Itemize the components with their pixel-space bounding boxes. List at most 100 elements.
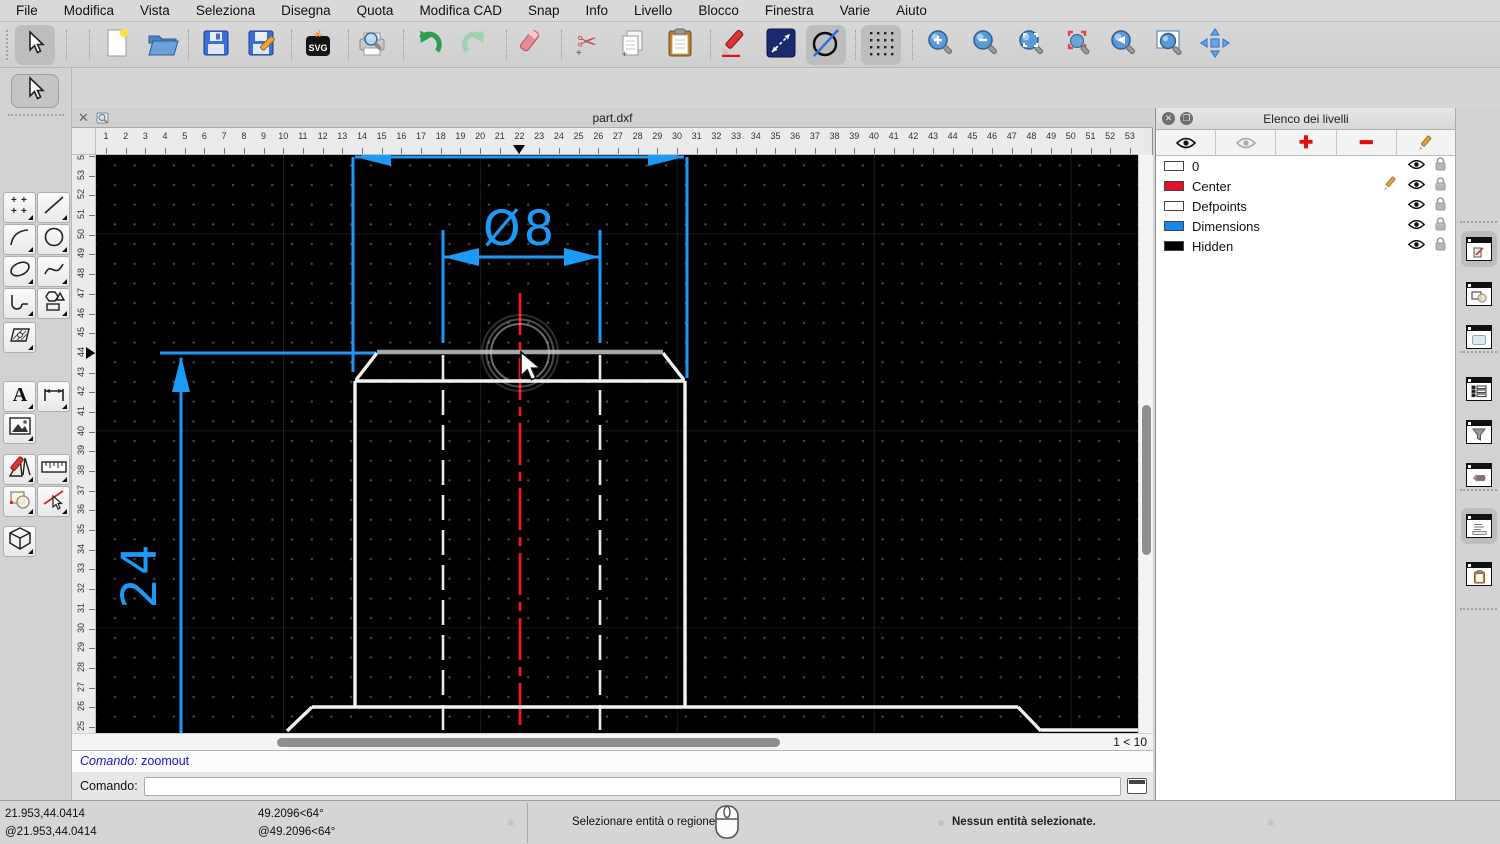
- copy-button[interactable]: +: [613, 25, 653, 65]
- menu-item-finestra[interactable]: Finestra: [765, 3, 814, 18]
- drawing-canvas[interactable]: Ø824: [96, 155, 1138, 733]
- palette-line-tool[interactable]: [37, 192, 70, 223]
- delete-button[interactable]: [511, 25, 551, 65]
- palette-edittools-tool[interactable]: [3, 454, 36, 485]
- toolbar-drag-handle[interactable]: [6, 30, 10, 60]
- layer-row-hidden[interactable]: Hidden: [1156, 236, 1456, 256]
- layer-visibility-eye-icon[interactable]: [1408, 197, 1425, 215]
- horizontal-scrollbar-thumb[interactable]: [277, 738, 780, 747]
- menu-item-vista[interactable]: Vista: [140, 3, 170, 18]
- layer-row-center[interactable]: Center: [1156, 176, 1456, 196]
- vertical-scrollbar-thumb[interactable]: [1142, 405, 1151, 555]
- grid-toggle-button[interactable]: [861, 25, 901, 65]
- menu-item-aiuto[interactable]: Aiuto: [896, 3, 927, 18]
- layer-lock-icon[interactable]: [1435, 157, 1446, 176]
- dimension-arrow[interactable]: [443, 248, 479, 266]
- dock-clipboard-window-button[interactable]: [1461, 556, 1497, 592]
- layer-color-swatch[interactable]: [1164, 221, 1184, 231]
- zoom-in-button[interactable]: [920, 25, 960, 65]
- zoom-out-button[interactable]: [965, 25, 1005, 65]
- distance-button[interactable]: [761, 25, 801, 65]
- layer-row-0[interactable]: 0: [1156, 156, 1456, 176]
- add-layer-button[interactable]: ✚: [1276, 130, 1336, 155]
- menu-item-seleziona[interactable]: Seleziona: [196, 3, 255, 18]
- palette-cube-tool[interactable]: [3, 526, 36, 557]
- palette-select-tool[interactable]: [11, 74, 59, 108]
- svg-export-button[interactable]: SVG: [298, 25, 338, 65]
- palette-text-tool[interactable]: A: [3, 381, 36, 412]
- solid-line-entity[interactable]: [356, 353, 377, 380]
- redo-button[interactable]: [455, 25, 495, 65]
- cut-button[interactable]: ✂+: [566, 25, 606, 65]
- palette-polyline-tool[interactable]: [3, 288, 36, 319]
- save-button[interactable]: [196, 25, 236, 65]
- palette-shapes-tool[interactable]: [37, 288, 70, 319]
- show-all-layers-button[interactable]: [1156, 130, 1216, 155]
- open-file-button[interactable]: [143, 25, 183, 65]
- layer-color-swatch[interactable]: [1164, 201, 1184, 211]
- palette-image-tool[interactable]: [3, 413, 36, 444]
- dock-filter-window-button[interactable]: [1461, 414, 1497, 450]
- layer-lock-icon[interactable]: [1435, 237, 1446, 256]
- layer-visibility-eye-icon[interactable]: [1408, 157, 1425, 175]
- solid-line-entity[interactable]: [287, 707, 312, 731]
- new-file-button[interactable]: [97, 25, 137, 65]
- pan-button[interactable]: [1195, 25, 1235, 65]
- dimension-arrow[interactable]: [648, 155, 684, 166]
- menu-item-blocco[interactable]: Blocco: [698, 3, 739, 18]
- dock-command-window-button[interactable]: [1461, 508, 1497, 544]
- layer-color-swatch[interactable]: [1164, 161, 1184, 171]
- palette-blocks-tool[interactable]: [3, 486, 36, 517]
- menu-item-file[interactable]: File: [16, 3, 38, 18]
- hide-all-layers-button[interactable]: [1216, 130, 1276, 155]
- zoom-selection-button[interactable]: [1057, 25, 1097, 65]
- palette-circle-tool[interactable]: [37, 224, 70, 255]
- layer-visibility-eye-icon[interactable]: [1408, 237, 1425, 255]
- menu-item-varie[interactable]: Varie: [840, 3, 871, 18]
- menu-item-info[interactable]: Info: [586, 3, 609, 18]
- palette-points-tool[interactable]: ++++: [3, 192, 36, 223]
- solid-line-entity[interactable]: [1018, 707, 1041, 731]
- dock-view-window-button[interactable]: [1461, 319, 1497, 355]
- palette-hatch-tool[interactable]: [3, 322, 36, 353]
- menu-item-modifica-cad[interactable]: Modifica CAD: [419, 3, 502, 18]
- menu-item-livello[interactable]: Livello: [634, 3, 672, 18]
- layer-color-swatch[interactable]: [1164, 241, 1184, 251]
- pen-edit-button[interactable]: [715, 25, 755, 65]
- print-preview-button[interactable]: [352, 25, 392, 65]
- paste-button[interactable]: [660, 25, 700, 65]
- layer-color-swatch[interactable]: [1164, 181, 1184, 191]
- solid-line-entity[interactable]: [663, 353, 684, 380]
- command-input[interactable]: [144, 777, 1121, 796]
- layer-row-defpoints[interactable]: Defpoints: [1156, 196, 1456, 216]
- dock-list-window-button[interactable]: [1461, 371, 1497, 407]
- vertical-scrollbar[interactable]: [1138, 155, 1153, 733]
- dimension-arrow[interactable]: [564, 248, 600, 266]
- layer-row-dimensions[interactable]: Dimensions: [1156, 216, 1456, 236]
- dimension-text[interactable]: Ø8: [483, 201, 557, 257]
- menu-item-quota[interactable]: Quota: [357, 3, 394, 18]
- palette-snapsel-tool[interactable]: [37, 486, 70, 517]
- layer-lock-icon[interactable]: [1435, 177, 1446, 196]
- palette-ellipse-tool[interactable]: [3, 256, 36, 287]
- save-as-button[interactable]: [242, 25, 282, 65]
- layer-visibility-eye-icon[interactable]: [1408, 217, 1425, 235]
- circle-line-button[interactable]: [806, 25, 846, 65]
- zoom-auto-button[interactable]: [1011, 25, 1051, 65]
- select-tool-button[interactable]: [15, 25, 55, 65]
- palette-arc-tool[interactable]: [3, 224, 36, 255]
- layer-lock-icon[interactable]: [1435, 217, 1446, 236]
- menu-item-snap[interactable]: Snap: [528, 3, 560, 18]
- menu-item-modifica[interactable]: Modifica: [64, 3, 114, 18]
- dock-block-window-button[interactable]: [1461, 276, 1497, 312]
- horizontal-scrollbar[interactable]: 1 < 10: [72, 733, 1153, 750]
- palette-drag-handle[interactable]: [8, 114, 64, 116]
- zoom-window-button[interactable]: [1149, 25, 1189, 65]
- edit-layer-button[interactable]: [1397, 130, 1456, 155]
- dock-plot-window-button[interactable]: [1461, 457, 1497, 493]
- zoom-previous-button[interactable]: [1103, 25, 1143, 65]
- dimension-arrow[interactable]: [355, 155, 391, 166]
- undo-button[interactable]: [409, 25, 449, 65]
- menu-item-disegna[interactable]: Disegna: [281, 3, 331, 18]
- layer-visibility-eye-icon[interactable]: [1408, 177, 1425, 195]
